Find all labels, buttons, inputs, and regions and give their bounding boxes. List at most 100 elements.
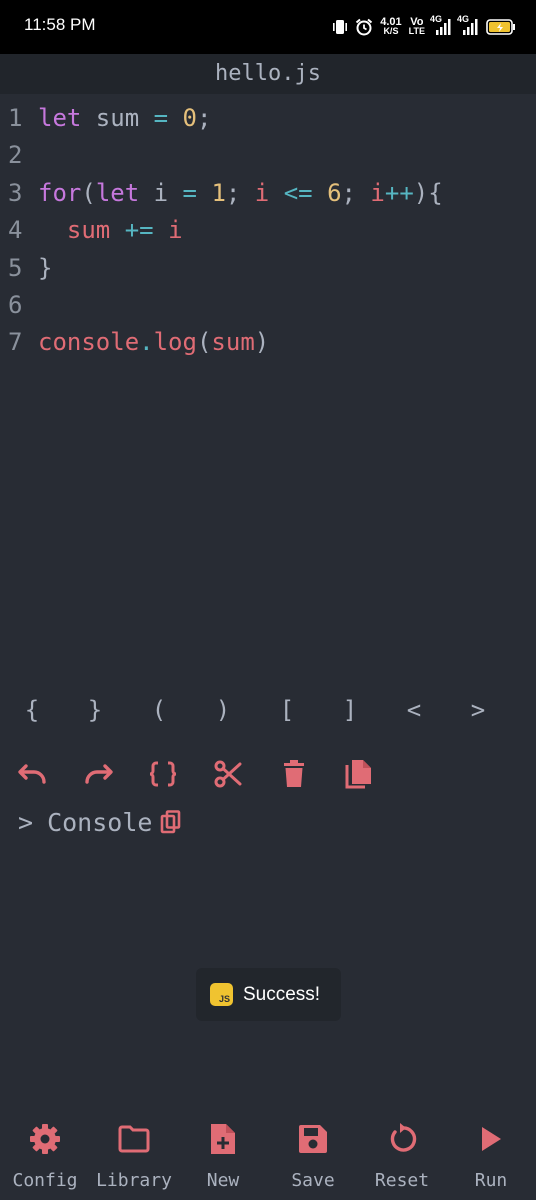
code-token: )	[254, 328, 270, 357]
code-token: ;	[341, 178, 371, 207]
code-token: sum	[66, 216, 111, 245]
code-token: let	[95, 178, 140, 207]
cut-icon	[214, 760, 242, 792]
nav-config[interactable]: Config	[0, 1122, 90, 1191]
key-greater-than[interactable]: >	[458, 690, 498, 730]
copy-button[interactable]	[339, 756, 379, 796]
toast-message: Success!	[243, 983, 321, 1005]
code-line[interactable]: 7 console.log(sum)	[0, 324, 536, 361]
status-bar: 11:58 PM 4.01 K/S Vo LTE 4G 4G	[0, 0, 536, 54]
key-open-brace[interactable]: {	[12, 690, 52, 730]
code-token: log	[153, 328, 197, 357]
nav-save-label: Save	[291, 1170, 335, 1191]
delete-icon	[282, 760, 306, 792]
undo-button[interactable]	[13, 756, 53, 796]
key-less-than[interactable]: <	[394, 690, 434, 730]
key-open-paren[interactable]: (	[139, 690, 179, 730]
redo-button[interactable]	[78, 756, 118, 796]
nav-save[interactable]: Save	[268, 1122, 358, 1191]
code-token: sum	[211, 328, 255, 357]
file-name: hello.js	[0, 54, 536, 94]
status-time: 11:58 PM	[24, 15, 96, 34]
copy-file-icon	[345, 759, 373, 793]
key-close-paren[interactable]: )	[203, 690, 243, 730]
format-button[interactable]	[143, 756, 183, 796]
folder-icon	[118, 1125, 150, 1153]
line-number: 5	[8, 253, 23, 282]
volte-indicator: Vo LTE	[408, 16, 425, 36]
code-token: (	[196, 328, 212, 357]
delete-button[interactable]	[274, 756, 314, 796]
save-icon	[299, 1125, 327, 1153]
code-token: ++	[384, 178, 414, 207]
key-open-bracket[interactable]: [	[267, 690, 307, 730]
nav-run[interactable]: Run	[446, 1122, 536, 1191]
line-number: 1	[8, 104, 23, 132]
code-token: 1	[211, 178, 226, 207]
code-line[interactable]: 1 let sum = 0;	[0, 100, 536, 137]
redo-icon	[82, 762, 114, 790]
battery-charging-icon	[486, 19, 516, 35]
code-token: =	[153, 104, 169, 132]
code-line[interactable]: 5}	[0, 250, 536, 287]
nav-new[interactable]: New	[178, 1122, 268, 1191]
code-token: ){	[413, 178, 443, 207]
undo-icon	[17, 762, 49, 790]
edit-toolbar	[0, 756, 536, 796]
code-token: (	[81, 178, 96, 207]
code-token: =	[182, 178, 197, 207]
console-header: > Console	[18, 804, 182, 840]
nav-run-label: Run	[474, 1170, 508, 1191]
code-token: <=	[283, 178, 313, 207]
code-token: i	[254, 178, 270, 207]
code-token: console	[38, 328, 140, 357]
code-line[interactable]: 3 for(let i = 1; i <= 6; i++){	[0, 175, 536, 212]
format-braces-icon	[148, 761, 178, 791]
new-file-icon	[211, 1124, 235, 1154]
code-token: 6	[327, 178, 342, 207]
signal-icon-2: 4G	[457, 15, 479, 35]
signal-icon-1: 4G	[430, 15, 452, 35]
code-token: +=	[124, 216, 154, 245]
code-token: sum	[81, 104, 154, 132]
success-toast: JS Success!	[196, 968, 341, 1021]
code-token: for	[38, 178, 82, 207]
nav-library-label: Library	[96, 1170, 172, 1191]
reset-icon	[390, 1123, 417, 1152]
copy-icon	[161, 810, 181, 834]
bracket-shortcut-bar: { } ( ) [ ] < >	[0, 690, 536, 730]
console-title: Console	[47, 807, 153, 837]
console-copy-button[interactable]	[160, 810, 182, 834]
code-line[interactable]: 4 sum += i	[0, 212, 536, 249]
status-icons: 4.01 K/S Vo LTE 4G 4G	[332, 14, 516, 40]
bottom-nav: Config Library New Save Reset Run	[0, 1110, 536, 1200]
cut-button[interactable]	[208, 756, 248, 796]
vibrate-icon	[332, 18, 348, 36]
net-speed: 4.01 K/S	[380, 16, 402, 36]
code-token: ;	[225, 178, 255, 207]
console-prompt: >	[18, 807, 34, 837]
key-close-bracket[interactable]: ]	[330, 690, 370, 730]
nav-library[interactable]: Library	[89, 1122, 179, 1191]
code-editor[interactable]: 1 let sum = 0; 2 3 for(let i = 1; i <= 6; i+…	[0, 100, 536, 362]
code-line[interactable]: 6	[0, 287, 536, 324]
line-number: 4	[8, 216, 23, 245]
gear-icon	[30, 1124, 60, 1154]
code-token: 0	[182, 104, 197, 132]
code-line[interactable]: 2	[0, 137, 536, 174]
key-close-brace[interactable]: }	[75, 690, 115, 730]
nav-reset[interactable]: Reset	[357, 1122, 447, 1191]
alarm-icon	[355, 18, 373, 36]
nav-reset-label: Reset	[374, 1170, 430, 1191]
code-token: }	[38, 253, 53, 282]
code-token: i	[168, 216, 183, 245]
line-number: 3	[8, 178, 23, 207]
code-token: i	[139, 178, 183, 207]
line-number: 7	[8, 328, 23, 357]
